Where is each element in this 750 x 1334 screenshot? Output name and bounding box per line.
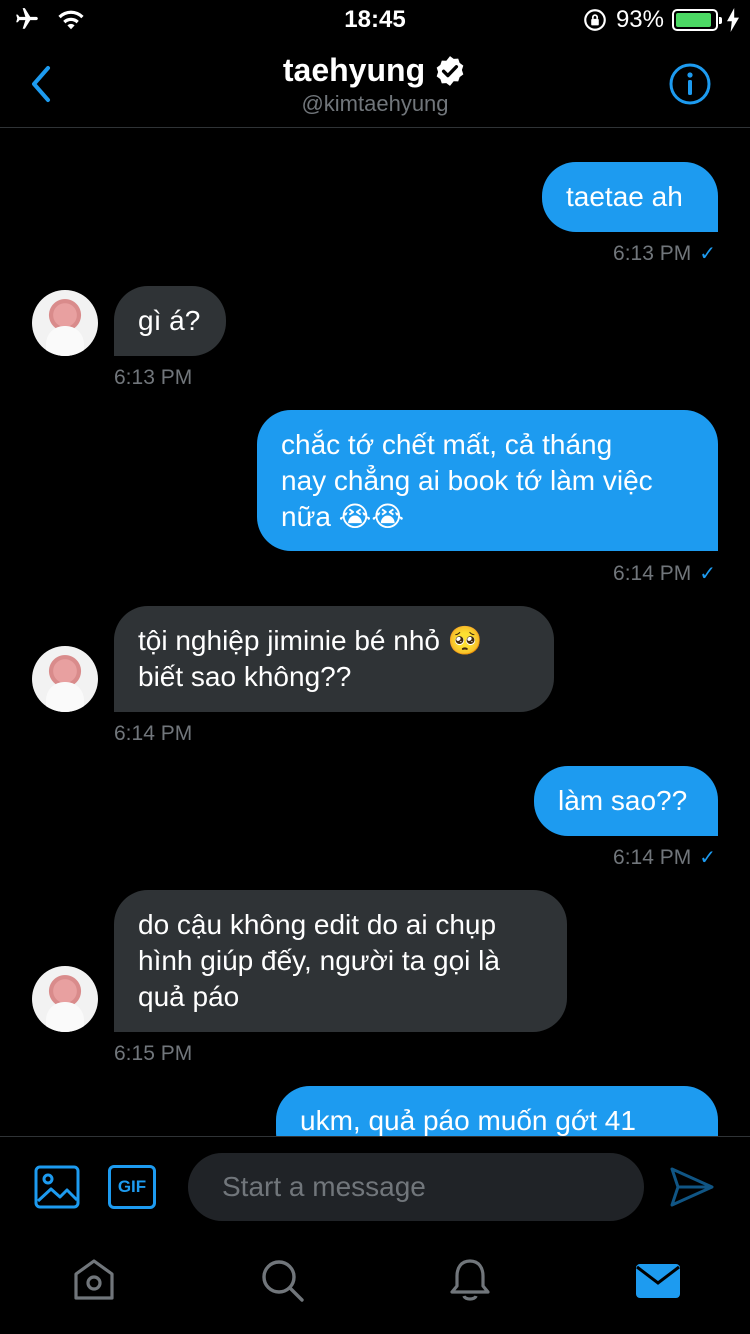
- message-list[interactable]: taetae ah 6:13 PM ✓ gì á? 6:13 PM chắc tớ…: [0, 129, 750, 1136]
- message-incoming[interactable]: do cậu không edit do ai chụp hình giúp đ…: [114, 890, 567, 1032]
- message-outgoing[interactable]: làm sao??: [534, 766, 718, 836]
- read-check-icon: ✓: [699, 243, 716, 265]
- message-timestamp: 6:15 PM: [114, 1042, 193, 1065]
- message-timestamp: 6:14 PM: [114, 722, 193, 745]
- read-check-icon: ✓: [699, 847, 716, 869]
- message-text: tội nghiệp jiminie bé nhỏ 🥺 biết sao khô…: [138, 623, 483, 695]
- message-input[interactable]: [188, 1153, 644, 1221]
- message-text: do cậu không edit do ai chụp hình giúp đ…: [138, 907, 500, 1015]
- message-composer: GIF: [0, 1136, 750, 1236]
- message-line: biết sao không??: [138, 661, 352, 692]
- message-timestamp: 6:14 PM ✓: [613, 561, 716, 586]
- message-timestamp: 6:13 PM: [114, 366, 193, 389]
- message-incoming[interactable]: tội nghiệp jiminie bé nhỏ 🥺 biết sao khô…: [114, 606, 554, 712]
- status-bar: 18:45 93%: [0, 0, 750, 40]
- message-text: gì á?: [138, 305, 201, 336]
- message-bubble[interactable]: do cậu không edit do ai chụp hình giúp đ…: [114, 890, 567, 1032]
- avatar[interactable]: [32, 966, 98, 1032]
- message-timestamp: 6:14 PM ✓: [613, 845, 716, 870]
- info-icon[interactable]: [668, 62, 712, 106]
- message-bubble[interactable]: chắc tớ chết mất, cả tháng nay chẳng ai …: [257, 410, 718, 551]
- header-title-group[interactable]: taehyung @kimtaehyung: [0, 52, 750, 117]
- message-outgoing[interactable]: ukm, quả páo muốn gớt 41: [276, 1086, 718, 1136]
- timestamp-text: 6:14 PM: [613, 561, 692, 585]
- rotation-lock-icon: [584, 9, 606, 31]
- message-bubble[interactable]: tội nghiệp jiminie bé nhỏ 🥺 biết sao khô…: [114, 606, 554, 712]
- bell-icon[interactable]: [446, 1256, 494, 1304]
- search-icon[interactable]: [258, 1256, 306, 1304]
- home-icon[interactable]: [70, 1256, 118, 1304]
- battery-level: [676, 13, 712, 27]
- gif-button[interactable]: GIF: [108, 1165, 156, 1209]
- message-outgoing[interactable]: chắc tớ chết mất, cả tháng nay chẳng ai …: [257, 410, 718, 551]
- tab-bar: [0, 1236, 750, 1334]
- user-handle: @kimtaehyung: [301, 91, 449, 116]
- message-bubble[interactable]: ukm, quả páo muốn gớt 41: [276, 1086, 718, 1136]
- message-text: chắc tớ chết mất, cả tháng nay chẳng ai …: [281, 427, 653, 535]
- message-incoming[interactable]: gì á?: [114, 286, 226, 356]
- conversation-header: taehyung @kimtaehyung: [0, 40, 750, 128]
- message-text: ukm, quả páo muốn gớt 41: [300, 1105, 636, 1136]
- message-line: nữa 😭😭: [281, 500, 405, 532]
- message-line: chắc tớ chết mất, cả tháng: [281, 428, 613, 460]
- charging-icon: [727, 8, 739, 32]
- page-title: taehyung: [282, 52, 426, 88]
- battery-icon: [672, 9, 722, 31]
- send-icon[interactable]: [668, 1165, 716, 1209]
- battery-percent: 93%: [615, 6, 664, 33]
- avatar[interactable]: [32, 290, 98, 356]
- message-bubble[interactable]: taetae ah: [542, 162, 718, 232]
- message-line: quả páo: [138, 981, 240, 1012]
- message-line: nay chẳng ai book tớ làm việc: [281, 464, 653, 496]
- status-right: 93%: [582, 6, 740, 34]
- message-line: tội nghiệp jiminie bé nhỏ 🥺: [138, 625, 483, 656]
- avatar[interactable]: [32, 646, 98, 712]
- timestamp-text: 6:13 PM: [613, 241, 692, 265]
- message-text: taetae ah: [566, 181, 683, 212]
- mail-icon[interactable]: [634, 1256, 682, 1304]
- message-bubble[interactable]: làm sao??: [534, 766, 718, 836]
- message-outgoing[interactable]: taetae ah: [542, 162, 718, 232]
- image-icon[interactable]: [34, 1165, 80, 1209]
- message-timestamp: 6:13 PM ✓: [613, 241, 716, 266]
- message-line: do cậu không edit do ai chụp: [138, 909, 497, 940]
- message-line: hình giúp đếy, người ta gọi là: [138, 945, 500, 976]
- message-bubble[interactable]: gì á?: [114, 286, 226, 356]
- verified-badge-icon: [436, 55, 464, 86]
- message-text: làm sao??: [558, 785, 688, 816]
- read-check-icon: ✓: [699, 563, 716, 585]
- timestamp-text: 6:14 PM: [613, 845, 692, 869]
